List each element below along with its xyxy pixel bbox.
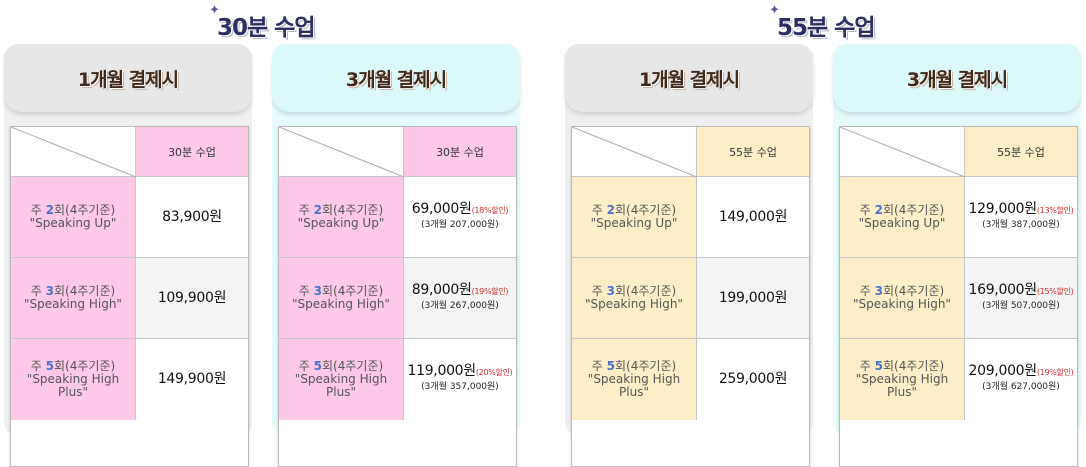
column-header: 30분 수업 <box>404 127 516 177</box>
card-header: 1개월 결제시 <box>4 44 252 112</box>
price-cell: 89,000원(19%할인) (3개월 267,000원) <box>404 258 516 339</box>
card-header: 3개월 결제시 <box>272 44 520 112</box>
total-price-text: (3개월 207,000원) <box>421 219 499 230</box>
price-text: 89,000원(19%할인) <box>411 281 509 298</box>
plan-name: "Speaking High" <box>585 297 683 311</box>
total-price-text: (3개월 507,000원) <box>982 300 1060 311</box>
section-title-30min: 30분 수업 <box>217 15 315 41</box>
pricing-card-30min-3month: 3개월 결제시 30분 수업 주 2회(4주기준) "Speaking Up" 69,0… <box>272 44 520 467</box>
discount-badge: (18%할인) <box>471 205 509 215</box>
price-text: 209,000원(19%할인) <box>968 363 1074 379</box>
discount-badge: (15%할인) <box>1036 286 1074 296</box>
price-cell: 199,000원 <box>697 258 809 339</box>
plan-name: "Speaking High Plus" <box>855 372 949 399</box>
pricing-card-30min-1month: 1개월 결제시 30분 수업 주 2회(4주기준) "Speaking Up" 83,9… <box>4 44 252 467</box>
plan-label-cell: 주 5회(4주기준) "Speaking High Plus" <box>279 339 404 420</box>
price-cell: 109,900원 <box>136 258 248 339</box>
plan-label-cell: 주 5회(4주기준) "Speaking High Plus" <box>11 339 136 420</box>
price-cell: 149,900원 <box>136 339 248 420</box>
price-cell: 209,000원(19%할인) (3개월 627,000원) <box>965 339 1077 420</box>
price-text: 259,000원 <box>718 371 788 387</box>
table-corner-cell <box>572 127 697 177</box>
column-header: 30분 수업 <box>136 127 248 177</box>
plan-name: "Speaking High Plus" <box>26 372 120 399</box>
plan-name: "Speaking High" <box>853 297 951 311</box>
section-title-55min: 55분 수업 <box>777 15 875 41</box>
discount-badge: (19%할인) <box>1036 368 1074 377</box>
discount-badge: (19%할인) <box>471 286 509 296</box>
total-price-text: (3개월 387,000원) <box>982 219 1060 230</box>
plan-label-cell: 주 2회(4주기준) "Speaking Up" <box>840 177 965 258</box>
price-cell: 149,000원 <box>697 177 809 258</box>
plan-name: "Speaking High" <box>292 297 390 311</box>
price-text: 119,000원(20%할인) <box>407 363 513 379</box>
plan-label-cell: 주 2회(4주기준) "Speaking Up" <box>572 177 697 258</box>
plan-label-cell: 주 3회(4주기준) "Speaking High" <box>11 258 136 339</box>
plan-label-cell: 주 3회(4주기준) "Speaking High" <box>840 258 965 339</box>
price-text: 149,900원 <box>157 371 227 387</box>
price-text: 169,000원(15%할인) <box>968 281 1074 298</box>
price-text: 83,900원 <box>162 208 222 225</box>
price-text: 129,000원(13%할인) <box>968 200 1074 217</box>
plan-name: "Speaking Up" <box>590 216 678 230</box>
pricing-card-55min-1month: 1개월 결제시 55분 수업 주 2회(4주기준) "Speaking Up" 149,… <box>565 44 813 467</box>
discount-badge: (13%할인) <box>1036 205 1074 215</box>
price-text: 149,000원 <box>718 208 788 225</box>
table-corner-cell <box>279 127 404 177</box>
total-price-text: (3개월 627,000원) <box>982 382 1060 392</box>
plan-label-cell: 주 3회(4주기준) "Speaking High" <box>279 258 404 339</box>
card-header: 1개월 결제시 <box>565 44 813 112</box>
pricing-table: 55분 수업 주 2회(4주기준) "Speaking Up" 149,000원주 3… <box>571 126 810 467</box>
price-cell: 169,000원(15%할인) (3개월 507,000원) <box>965 258 1077 339</box>
price-text: 199,000원 <box>718 289 788 306</box>
price-cell: 259,000원 <box>697 339 809 420</box>
column-header: 55분 수업 <box>697 127 809 177</box>
column-header: 55분 수업 <box>965 127 1077 177</box>
plan-name: "Speaking Up" <box>858 216 946 230</box>
total-price-text: (3개월 357,000원) <box>421 382 499 392</box>
discount-badge: (20%할인) <box>475 368 513 377</box>
price-cell: 69,000원(18%할인) (3개월 207,000원) <box>404 177 516 258</box>
price-text: 69,000원(18%할인) <box>411 200 509 217</box>
price-text: 109,900원 <box>157 289 227 306</box>
price-cell: 119,000원(20%할인) (3개월 357,000원) <box>404 339 516 420</box>
table-corner-cell <box>840 127 965 177</box>
plan-name: "Speaking Up" <box>297 216 385 230</box>
plan-label-cell: 주 5회(4주기준) "Speaking High Plus" <box>572 339 697 420</box>
plan-label-cell: 주 5회(4주기준) "Speaking High Plus" <box>840 339 965 420</box>
pricing-card-55min-3month: 3개월 결제시 55분 수업 주 2회(4주기준) "Speaking Up" 129,… <box>833 44 1081 467</box>
plan-label-cell: 주 2회(4주기준) "Speaking Up" <box>11 177 136 258</box>
table-corner-cell <box>11 127 136 177</box>
price-cell: 83,900원 <box>136 177 248 258</box>
pricing-table: 30분 수업 주 2회(4주기준) "Speaking Up" 69,000원(18%… <box>278 126 517 467</box>
plan-label-cell: 주 2회(4주기준) "Speaking Up" <box>279 177 404 258</box>
plan-name: "Speaking Up" <box>29 216 117 230</box>
pricing-table: 55분 수업 주 2회(4주기준) "Speaking Up" 129,000원(13… <box>839 126 1078 467</box>
plan-name: "Speaking High Plus" <box>294 372 388 399</box>
plan-label-cell: 주 3회(4주기준) "Speaking High" <box>572 258 697 339</box>
plan-name: "Speaking High" <box>24 297 122 311</box>
price-cell: 129,000원(13%할인) (3개월 387,000원) <box>965 177 1077 258</box>
pricing-table: 30분 수업 주 2회(4주기준) "Speaking Up" 83,900원주 3회… <box>10 126 249 467</box>
total-price-text: (3개월 267,000원) <box>421 300 499 311</box>
card-header: 3개월 결제시 <box>833 44 1081 112</box>
plan-name: "Speaking High Plus" <box>587 372 681 399</box>
